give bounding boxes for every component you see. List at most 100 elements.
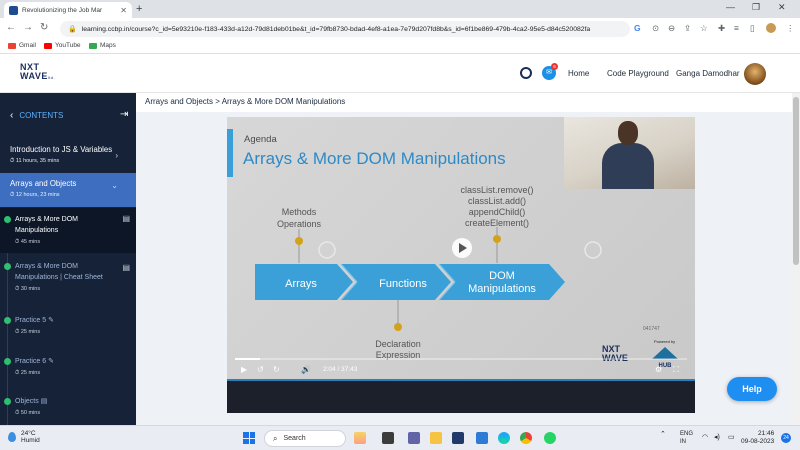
taskbar-search[interactable]: ⌕ Search	[264, 430, 346, 447]
completed-check-icon	[4, 358, 11, 365]
close-window-icon[interactable]: ✕	[778, 2, 786, 13]
breadcrumb[interactable]: Arrays and Objects > Arrays & More DOM M…	[145, 97, 345, 106]
browser-toolbar: ← → ↻ 🔒 learning.ccbp.in/course?c_id=5e9…	[0, 18, 800, 40]
bookmark-youtube[interactable]: YouTube	[44, 42, 81, 49]
minimize-icon[interactable]: —	[726, 2, 735, 12]
bookmark-gmail[interactable]: Gmail	[8, 42, 36, 49]
chevron-left-icon[interactable]: ‹	[10, 110, 13, 121]
bookmark-star-icon[interactable]: ☆	[700, 23, 708, 34]
pencil-icon: ✎	[48, 317, 54, 324]
app-header: NXT WAVEltd. ✉ 6 Home Code Playground Ga…	[0, 55, 800, 93]
reload-icon[interactable]: ↻	[40, 22, 48, 33]
play-icon[interactable]: ▶	[241, 365, 247, 374]
page-scrollbar[interactable]	[792, 93, 800, 425]
weather-widget[interactable]: 24°C Humid	[8, 430, 40, 444]
edge-icon[interactable]	[498, 432, 510, 444]
scrollbar-thumb[interactable]	[793, 97, 799, 265]
collapse-sidebar-icon[interactable]: ⇥	[120, 109, 128, 120]
course-sidebar: ‹ CONTENTS ⇥ Introduction to JS & Variab…	[0, 93, 136, 425]
session-item-objects[interactable]: Objects ▤ ⏱ 50 mins	[0, 396, 136, 420]
volume-tray-icon[interactable]: ◂)	[714, 433, 720, 441]
video-time: 2:04 / 37:43	[323, 366, 358, 373]
new-tab-icon[interactable]: +	[136, 3, 142, 15]
bookmark-maps[interactable]: Maps	[89, 42, 116, 49]
windows-taskbar: 24°C Humid ⌕ Search ⌃ ENG IN ◠ ◂) ▭ 21:46 09…	[0, 425, 800, 450]
dom-method-4: createElement()	[465, 218, 529, 228]
home-link[interactable]: Home	[568, 69, 589, 78]
file-explorer-icon[interactable]	[430, 432, 442, 444]
battery-icon[interactable]: ▭	[728, 433, 735, 441]
temperature: 24°C	[21, 430, 36, 437]
url-text: learning.ccbp.in/course?c_id=5e93210e-f1…	[81, 25, 591, 33]
media-icon[interactable]: ≡	[734, 23, 739, 33]
chevron-down-icon: ⌄	[111, 181, 118, 190]
lock-icon[interactable]: 🔒	[68, 25, 77, 33]
close-tab-icon[interactable]: ✕	[120, 6, 127, 15]
teams-icon[interactable]	[408, 432, 420, 444]
wifi-icon[interactable]: ◠	[702, 433, 708, 441]
course-item-arrays-objects[interactable]: Arrays and Objects ⏱ 12 hours, 23 mins ⌄	[0, 173, 136, 207]
google-icon[interactable]: G	[634, 23, 641, 33]
seek-bar[interactable]	[235, 358, 687, 360]
stage-label-dom-line-2: Manipulations	[468, 283, 536, 295]
extensions-icon[interactable]: ✚	[718, 23, 725, 34]
lens-icon[interactable]: ⊙	[652, 23, 659, 34]
help-button[interactable]: Help	[727, 377, 777, 401]
video-player[interactable]: Agenda Arrays & More DOM Manipulations A…	[227, 117, 695, 413]
address-bar[interactable]: 🔒 learning.ccbp.in/course?c_id=5e93210e-…	[60, 21, 630, 37]
youtube-icon	[44, 42, 52, 49]
task-view-icon[interactable]	[382, 432, 394, 444]
language-indicator[interactable]: ENG IN	[680, 430, 693, 446]
contents-header[interactable]: ‹ CONTENTS	[0, 93, 136, 138]
code-playground-link[interactable]: Code Playground	[607, 69, 669, 78]
menu-icon[interactable]: ⋮	[786, 23, 795, 34]
profile-avatar-icon[interactable]	[766, 23, 776, 33]
chrome-icon[interactable]	[520, 432, 532, 444]
zoom-icon[interactable]: ⊖	[668, 23, 675, 34]
back-icon[interactable]: ←	[6, 22, 16, 33]
video-id: 041747	[643, 326, 660, 332]
share-icon[interactable]: ⇪	[684, 23, 691, 34]
video-frame[interactable]: Agenda Arrays & More DOM Manipulations A…	[227, 117, 695, 379]
session-item-practice-6[interactable]: Practice 6 ✎ ⏱ 25 mins	[0, 356, 136, 380]
course-title: Introduction to JS & Variables	[10, 145, 113, 154]
volume-icon[interactable]: 🔊	[301, 365, 311, 374]
taskbar-clock[interactable]: 21:46 09-08-2023	[741, 430, 774, 446]
bookmark-label: Gmail	[19, 42, 36, 49]
dom-method-1: classList.remove()	[460, 185, 533, 195]
app-icon[interactable]	[452, 432, 464, 444]
maximize-icon[interactable]: ❐	[752, 2, 760, 13]
nxtwave-logo[interactable]: NXT WAVEltd.	[20, 63, 55, 82]
notification-badge[interactable]: 24	[781, 433, 791, 443]
weather-condition: Humid	[21, 437, 40, 444]
methods-node	[295, 237, 303, 245]
system-tray[interactable]: ⌃	[660, 430, 666, 438]
whatsapp-icon[interactable]	[544, 432, 556, 444]
fullscreen-icon[interactable]: ⛶	[673, 365, 679, 375]
rewind-10-icon[interactable]: ↺	[257, 365, 264, 374]
avatar[interactable]	[744, 63, 766, 85]
session-duration: ⏱ 45 mins	[15, 239, 41, 245]
book-icon: ▤	[40, 398, 48, 405]
settings-icon[interactable]: ⚙	[655, 365, 662, 374]
user-name[interactable]: Ganga Damodhar	[676, 69, 740, 78]
side-panel-icon[interactable]: ▯	[750, 23, 755, 34]
session-item-cheat-sheet[interactable]: Arrays & More DOM Manipulations | Cheat …	[0, 261, 136, 301]
book-icon: ▤	[122, 214, 130, 223]
session-item-active[interactable]: Arrays & More DOM Manipulations ⏱ 45 min…	[0, 208, 136, 253]
timer-icon[interactable]	[520, 67, 532, 79]
widgets-icon[interactable]	[354, 432, 366, 444]
forward-overlay-icon[interactable]	[584, 241, 602, 259]
rewind-overlay-icon[interactable]	[318, 241, 336, 259]
seek-bar-fill	[235, 358, 260, 360]
rain-drop-icon	[8, 432, 16, 442]
store-icon[interactable]	[476, 432, 488, 444]
instructor-webcam	[564, 117, 695, 189]
forward-icon[interactable]: →	[23, 22, 33, 33]
completed-check-icon	[4, 216, 11, 223]
session-item-practice-5[interactable]: Practice 5 ✎ ⏱ 25 mins	[0, 315, 136, 339]
browser-tab[interactable]: Revolutionizing the Job Mar ✕	[4, 2, 132, 18]
forward-10-icon[interactable]: ↻	[273, 365, 280, 374]
course-duration: ⏱ 11 hours, 35 mins	[10, 158, 60, 164]
start-icon[interactable]	[243, 432, 255, 444]
